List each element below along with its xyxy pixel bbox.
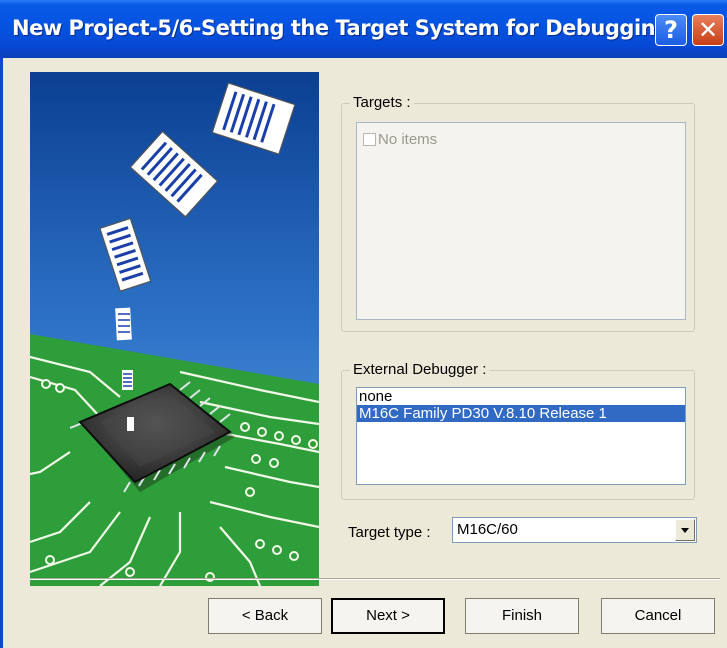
window-left-border (0, 58, 3, 648)
target-type-label: Target type : (348, 524, 431, 541)
targets-group: Targets : No items (341, 94, 695, 332)
targets-empty-item: No items (363, 131, 437, 148)
cancel-button[interactable]: Cancel (601, 598, 715, 634)
chip-upload-illustration (30, 72, 319, 586)
close-icon: ✕ (697, 16, 719, 44)
target-type-select[interactable]: M16C/60 (452, 517, 697, 543)
separator (30, 578, 720, 580)
title-bar[interactable]: New Project-5/6-Setting the Target Syste… (0, 0, 727, 58)
no-items-text: No items (378, 131, 438, 148)
help-icon: ? (664, 16, 678, 44)
list-item[interactable]: M16C Family PD30 V.8.10 Release 1 (357, 405, 685, 422)
back-button[interactable]: < Back (208, 598, 322, 634)
target-type-value: M16C/60 (457, 521, 518, 538)
checkbox-icon (363, 133, 376, 146)
close-button[interactable]: ✕ (692, 14, 724, 46)
external-debugger-label: External Debugger : (350, 361, 490, 379)
chevron-down-icon[interactable] (675, 519, 695, 541)
help-button[interactable]: ? (655, 14, 687, 46)
finish-button[interactable]: Finish (465, 598, 579, 634)
external-debugger-list[interactable]: none M16C Family PD30 V.8.10 Release 1 (356, 387, 686, 485)
next-button[interactable]: Next > (331, 598, 445, 634)
external-debugger-group: External Debugger : none M16C Family PD3… (341, 361, 695, 500)
list-item[interactable]: none (357, 388, 685, 405)
window-title: New Project-5/6-Setting the Target Syste… (12, 16, 670, 40)
targets-label: Targets : (350, 94, 414, 112)
targets-list: No items (356, 122, 686, 320)
wizard-illustration (30, 72, 319, 586)
